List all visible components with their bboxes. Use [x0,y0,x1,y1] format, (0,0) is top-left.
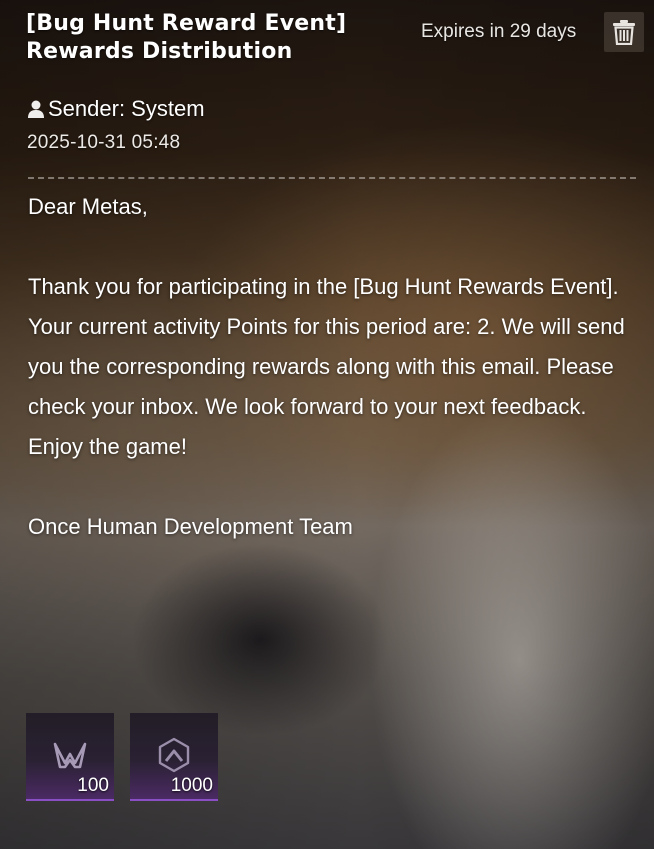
sender-label: Sender: System [48,96,205,121]
mail-body: Dear Metas, Thank you for participating … [28,187,628,547]
mail-message: Thank you for participating in the [Bug … [28,274,625,459]
reward-item[interactable]: 100 [26,713,114,801]
mail-greeting: Dear Metas, [28,194,148,219]
mail-date: 2025-10-31 05:48 [27,132,181,153]
reward-quantity: 100 [77,775,109,796]
reward-item[interactable]: 1000 [130,713,218,801]
delete-mail-button[interactable] [604,12,644,52]
mail-title: [Bug Hunt Reward Event] Rewards Distribu… [26,10,406,66]
expiry-label: Expires in 29 days [421,21,577,42]
person-icon [28,100,44,118]
mail-title-line1: [Bug Hunt Reward Event] [26,11,347,36]
mail-signature: Once Human Development Team [28,514,353,539]
sender-row: Sender: System [27,96,205,122]
reward-list: 100 1000 [26,713,218,801]
reward-quantity: 1000 [170,775,213,796]
divider [28,177,636,179]
hexagon-chevron-icon [158,737,190,773]
m-emblem-icon [53,742,87,769]
mail-title-line2: Rewards Distribution [26,39,293,64]
trash-icon [613,20,635,45]
